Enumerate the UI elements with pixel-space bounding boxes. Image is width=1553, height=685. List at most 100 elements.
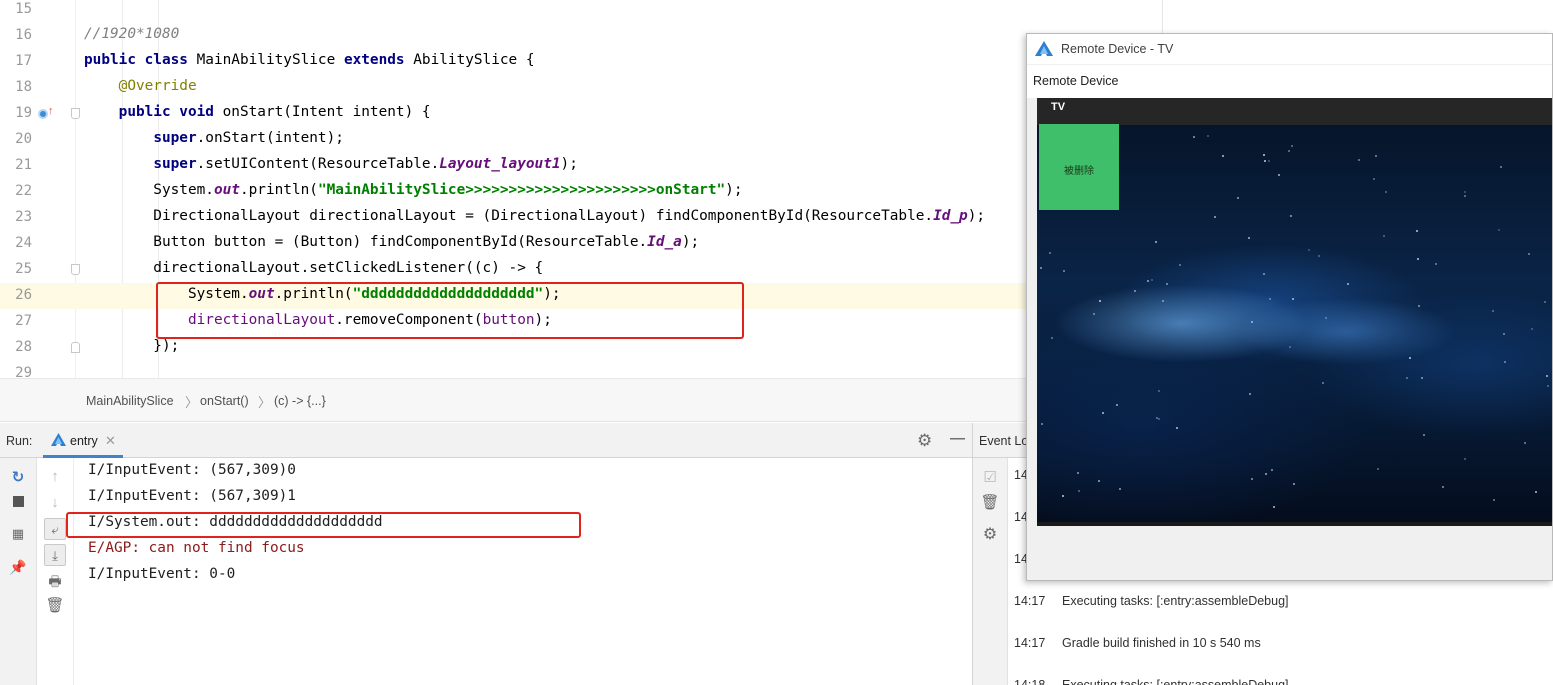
star-decoration	[1265, 473, 1267, 475]
remote-device-menubar: Remote Device	[1027, 64, 1552, 98]
fold-marker-icon[interactable]	[71, 264, 80, 275]
console-line: I/InputEvent: (567,309)1	[88, 488, 296, 504]
mark-read-icon[interactable]: ☑	[979, 467, 1001, 489]
code-text: //1920*1080	[84, 26, 179, 42]
print-icon[interactable]: 🖶	[44, 570, 66, 592]
star-decoration	[1147, 280, 1149, 282]
minimize-icon[interactable]: —	[950, 430, 965, 447]
code-line[interactable]: 21 super.setUIContent(ResourceTable.Layo…	[0, 153, 1163, 179]
rerun-icon[interactable]: ↻	[7, 467, 29, 489]
star-decoration	[1288, 150, 1290, 152]
star-decoration	[1263, 154, 1265, 156]
event-text[interactable]: Gradle build finished in 10 s 540 ms	[1062, 636, 1261, 650]
star-decoration	[1251, 321, 1253, 323]
gear-icon[interactable]: ⚙	[917, 431, 932, 451]
star-decoration	[1373, 178, 1375, 180]
scroll-up-icon[interactable]: ↑	[44, 466, 66, 488]
code-token: );	[967, 208, 986, 224]
code-text: @Override	[84, 78, 197, 94]
breadcrumb-item-lambda[interactable]: (c) -> {...}	[274, 394, 326, 408]
star-decoration	[1464, 191, 1466, 193]
code-line[interactable]: 29	[0, 361, 1163, 378]
star-decoration	[1546, 375, 1548, 377]
star-decoration	[1237, 197, 1239, 199]
star-decoration	[1278, 174, 1280, 176]
code-token: directionalLayout.setClickedListener((c)…	[84, 260, 544, 276]
code-line[interactable]: 24 Button button = (Button) findComponen…	[0, 231, 1163, 257]
override-marker-icon[interactable]: ↑	[38, 105, 54, 121]
code-token: AbilitySlice {	[413, 52, 535, 68]
event-text[interactable]: Executing tasks: [:entry:assembleDebug]	[1062, 594, 1289, 608]
line-number: 24	[15, 235, 32, 251]
line-number: 17	[15, 53, 32, 69]
code-line[interactable]: 20 super.onStart(intent);	[0, 127, 1163, 153]
fold-marker-icon[interactable]	[71, 108, 80, 119]
star-decoration	[1248, 237, 1250, 239]
star-decoration	[1289, 346, 1291, 348]
remote-device-window[interactable]: Remote Device - TV Remote Device TV 被删除	[1026, 33, 1553, 581]
star-decoration	[1308, 249, 1310, 251]
code-line[interactable]: 17 public class MainAbilitySlice extends …	[0, 49, 1163, 75]
star-decoration	[1503, 333, 1505, 335]
code-line[interactable]: 19 ↑ public void onStart(Intent intent) {	[0, 101, 1163, 127]
line-number: 21	[15, 157, 32, 173]
line-number: 25	[15, 261, 32, 277]
code-token: MainAbilitySlice	[196, 52, 344, 68]
soft-wrap-icon[interactable]: ⤶	[44, 518, 66, 540]
code-line[interactable]: 18 @Override	[0, 75, 1163, 101]
star-decoration	[1464, 458, 1466, 460]
tab-entry[interactable]: entry ✕	[43, 423, 123, 458]
device-bottom-bar	[1037, 522, 1552, 526]
star-decoration	[1377, 468, 1379, 470]
code-line[interactable]: 15	[0, 0, 1163, 23]
code-line[interactable]: 25 directionalLayout.setClickedListener(…	[0, 257, 1163, 283]
line-number: 15	[15, 1, 32, 17]
code-line[interactable]: 16 //1920*1080	[0, 23, 1163, 49]
star-decoration	[1347, 283, 1349, 285]
console-output[interactable]: I/InputEvent: (567,309)0 I/InputEvent: (5…	[75, 458, 971, 685]
star-decoration	[1291, 145, 1293, 147]
code-token: //1920*1080	[84, 26, 180, 42]
code-token: Layout_layout1	[439, 156, 561, 172]
trash-icon[interactable]: 🗑	[979, 492, 1001, 514]
line-number: 16	[15, 27, 32, 43]
scroll-down-icon[interactable]: ↓	[44, 492, 66, 514]
device-screen[interactable]: TV 被删除	[1037, 98, 1552, 526]
breadcrumb-item-class[interactable]: MainAbilitySlice	[86, 394, 174, 408]
star-decoration	[1214, 216, 1216, 218]
code-token: );	[681, 234, 700, 250]
device-button[interactable]: 被删除	[1039, 124, 1119, 210]
star-decoration	[1193, 136, 1195, 138]
star-decoration	[1535, 491, 1537, 493]
code-line[interactable]: 22 System.out.println("MainAbilitySlice>…	[0, 179, 1163, 205]
star-decoration	[1251, 478, 1253, 480]
code-token: onStart(Intent intent) {	[222, 104, 431, 120]
star-decoration	[1063, 270, 1065, 272]
remote-device-titlebar[interactable]: Remote Device - TV	[1027, 34, 1552, 64]
close-icon[interactable]: ✕	[105, 433, 116, 449]
line-number: 27	[15, 313, 32, 329]
star-decoration	[1151, 279, 1153, 281]
star-decoration	[1493, 499, 1495, 501]
event-text[interactable]: Executing tasks: [:entry:assembleDebug]	[1062, 678, 1289, 685]
code-line[interactable]: 23 DirectionalLayout directionalLayout =…	[0, 205, 1163, 231]
trash-icon[interactable]: 🗑	[44, 595, 66, 617]
pin-icon[interactable]: 📌	[7, 556, 29, 578]
event-time: 14:17	[1014, 636, 1046, 650]
fold-marker-icon[interactable]	[71, 342, 80, 353]
code-text: DirectionalLayout directionalLayout = (D…	[84, 208, 985, 224]
code-token: @Override	[118, 78, 197, 94]
menu-remote-device[interactable]: Remote Device	[1033, 74, 1118, 88]
star-decoration	[1119, 488, 1121, 490]
breadcrumb-separator-icon: 〉	[185, 395, 199, 410]
settings-icon[interactable]: ⚙	[979, 524, 1001, 546]
star-decoration	[1158, 390, 1160, 392]
star-decoration	[1158, 418, 1160, 420]
breadcrumb-separator-icon: 〉	[258, 395, 272, 410]
layout-icon[interactable]: ▦	[7, 523, 29, 545]
star-decoration	[1041, 423, 1043, 425]
scroll-to-end-icon[interactable]: ⤓	[44, 544, 66, 566]
star-decoration	[1385, 191, 1387, 193]
stop-icon[interactable]	[7, 491, 29, 513]
breadcrumb-item-method[interactable]: onStart()	[200, 394, 249, 408]
